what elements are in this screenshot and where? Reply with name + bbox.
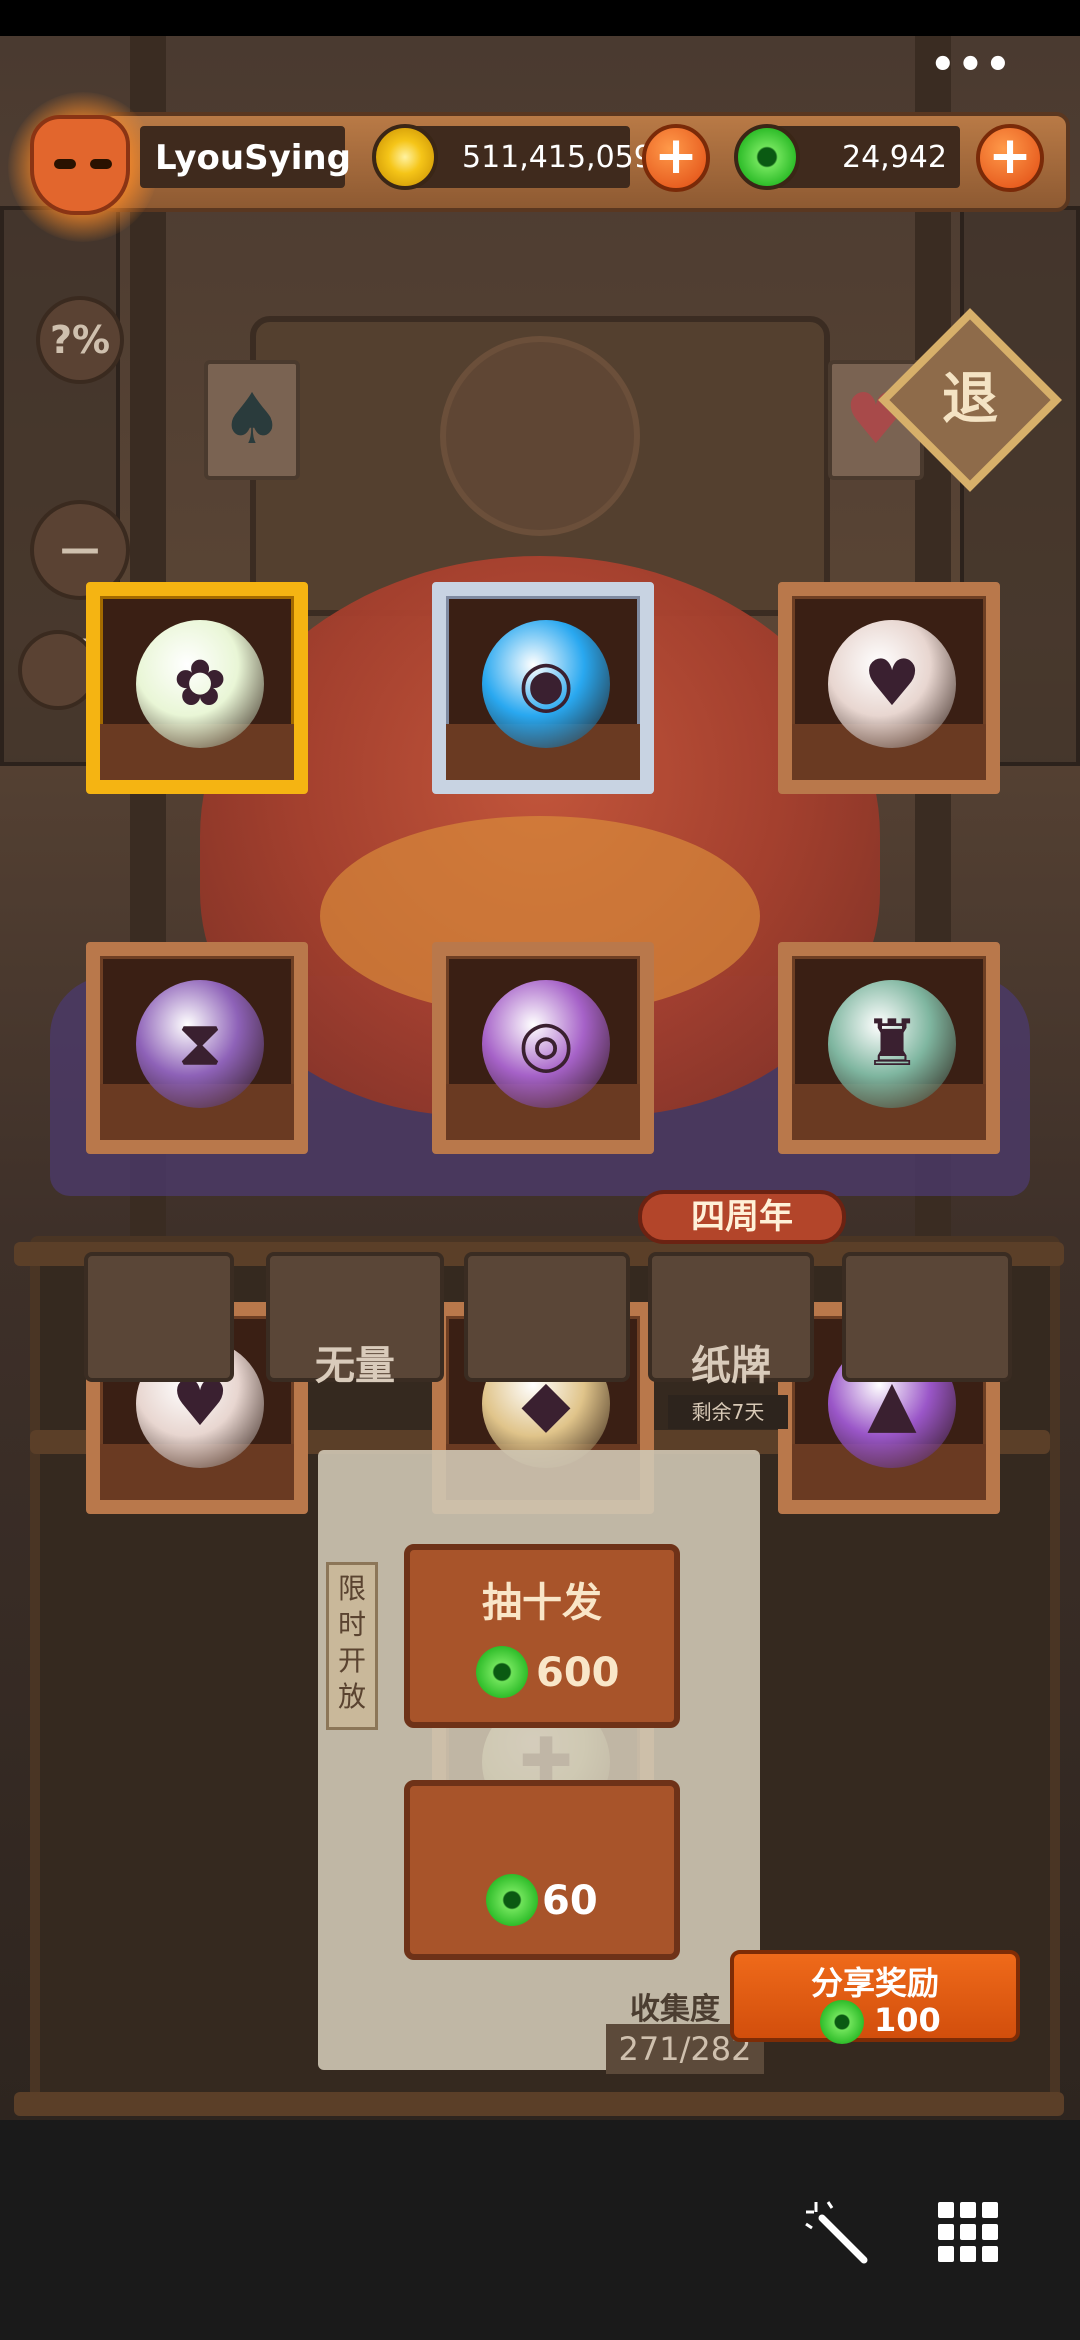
shelf-beam-bottom bbox=[14, 2092, 1064, 2116]
tab-left-1[interactable] bbox=[84, 1252, 234, 1382]
reward-slot-swirl-charm[interactable]: ◎ bbox=[432, 942, 654, 1154]
spade-card-tag[interactable]: ♠ bbox=[204, 360, 300, 480]
swirl-charm-icon: ◎ bbox=[482, 980, 610, 1108]
hourglass-icon: ⧗ bbox=[136, 980, 264, 1108]
jade-totem-glyph: ♜ bbox=[863, 1007, 921, 1081]
heart-card-icon: ♥ bbox=[828, 620, 956, 748]
jade-coin-icon bbox=[734, 124, 800, 190]
jade-coin-icon bbox=[476, 1646, 528, 1698]
share-reward-amount: 100 bbox=[874, 2001, 941, 2039]
fox-eye-right bbox=[90, 159, 112, 169]
avatar[interactable] bbox=[30, 115, 130, 215]
collection-label: 收集度 bbox=[630, 1992, 720, 2027]
tab-center[interactable] bbox=[464, 1252, 630, 1382]
jade-totem-icon: ♜ bbox=[828, 980, 956, 1108]
tab-paper-cards-label: 纸牌 bbox=[691, 1343, 771, 1389]
magic-wand-icon[interactable] bbox=[802, 2198, 872, 2268]
app-grid-icon[interactable] bbox=[938, 2202, 998, 2262]
gold-amount: 511,415,059 bbox=[462, 140, 653, 175]
spade-emblem bbox=[440, 336, 640, 536]
heart-card-glyph: ♥ bbox=[863, 647, 921, 721]
odds-button[interactable]: ?% bbox=[36, 296, 124, 384]
status-bar bbox=[0, 0, 1080, 36]
hourglass-glyph: ⧗ bbox=[177, 1007, 223, 1081]
fox-eye-left bbox=[54, 159, 76, 169]
username: LyouSying bbox=[155, 138, 351, 178]
anniversary-banner: 四周年 bbox=[638, 1190, 846, 1244]
spade-icon: ♠ bbox=[220, 378, 284, 460]
add-gold-button[interactable]: + bbox=[642, 124, 710, 192]
tab-paper-cards[interactable]: 纸牌 bbox=[648, 1252, 814, 1389]
add-jade-button[interactable]: + bbox=[976, 124, 1044, 192]
draw-one-price: 60 bbox=[542, 1878, 598, 1924]
draw-ten-price: 600 bbox=[536, 1650, 620, 1696]
draw-ten-label: 抽十发 bbox=[482, 1580, 602, 1626]
draw-ten-button[interactable]: 抽十发 600 bbox=[404, 1544, 680, 1728]
jade-amount: 24,942 bbox=[842, 140, 947, 175]
swirl-charm-glyph: ◎ bbox=[518, 1007, 574, 1081]
remaining-days: 剩余7天 bbox=[668, 1395, 788, 1429]
quit-label: 退 bbox=[942, 367, 998, 432]
reward-slot-jade-totem[interactable]: ♜ bbox=[778, 942, 1000, 1154]
jade-coin-icon bbox=[820, 2000, 864, 2044]
tab-wuliang[interactable]: 无量 bbox=[266, 1252, 444, 1389]
jade-coin-icon bbox=[486, 1874, 538, 1926]
reward-slot-blue-flame[interactable]: ◉ bbox=[432, 582, 654, 794]
more-menu-button[interactable]: ••• bbox=[930, 45, 1011, 85]
bottom-bar bbox=[0, 2120, 1080, 2340]
share-reward-button[interactable]: 分享奖励 100 bbox=[730, 1950, 1020, 2044]
reward-slot-lotus-spirit[interactable]: ✿ bbox=[86, 582, 308, 794]
reward-slot-hourglass[interactable]: ⧗ bbox=[86, 942, 308, 1154]
lotus-spirit-icon: ✿ bbox=[136, 620, 264, 748]
draw-one-button[interactable] bbox=[404, 1780, 680, 1960]
draw-scroll bbox=[318, 1450, 760, 2070]
limited-time-tag: 限时开放 bbox=[326, 1562, 378, 1730]
blue-flame-icon: ◉ bbox=[482, 620, 610, 748]
gold-coin-icon bbox=[372, 124, 438, 190]
blue-flame-glyph: ◉ bbox=[518, 647, 574, 721]
reward-slot-heart-card[interactable]: ♥ bbox=[778, 582, 1000, 794]
tab-mahjong[interactable] bbox=[842, 1252, 1012, 1382]
lotus-spirit-glyph: ✿ bbox=[173, 647, 227, 721]
tab-wuliang-label: 无量 bbox=[315, 1343, 395, 1389]
